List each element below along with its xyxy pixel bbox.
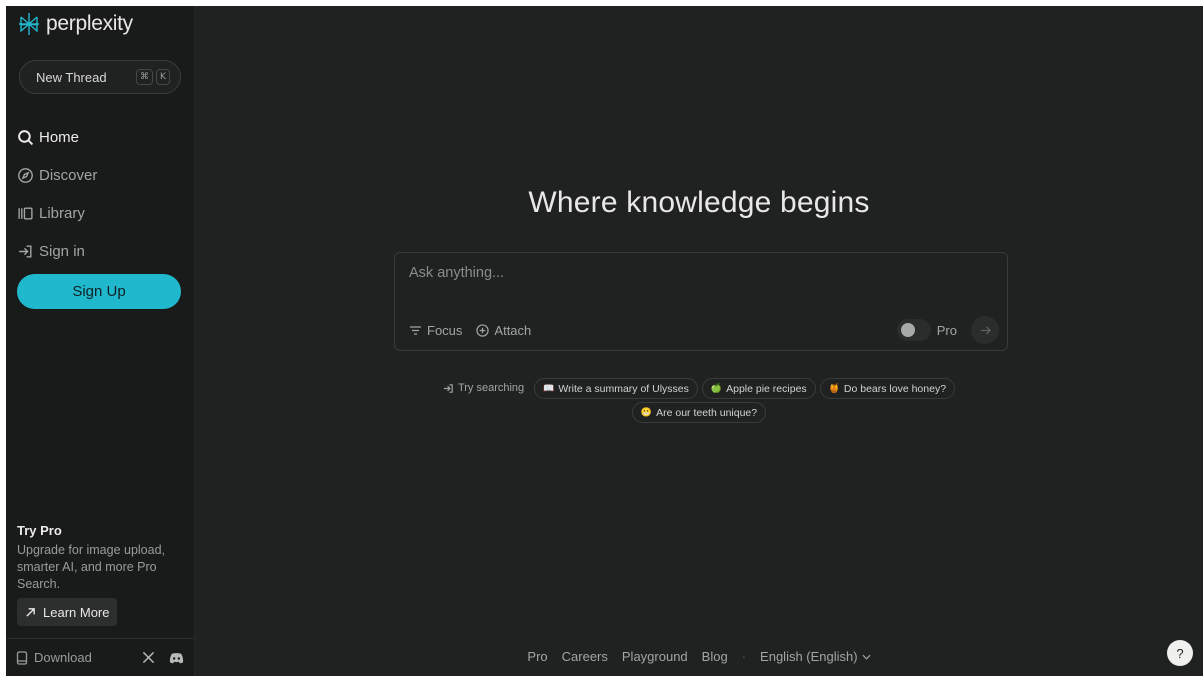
compass-icon	[18, 167, 33, 183]
download-label: Download	[34, 650, 92, 665]
app-window: perplexity New Thread ⌘ K Home Discover …	[6, 6, 1203, 676]
new-thread-button[interactable]: New Thread ⌘ K	[19, 60, 181, 94]
sidebar-item-label: Library	[39, 204, 85, 222]
try-pro-title: Try Pro	[17, 523, 62, 538]
footer-links: Pro Careers Playground Blog · English (E…	[195, 649, 1203, 664]
footer-link-blog[interactable]: Blog	[702, 649, 728, 664]
suggestion-chip[interactable]: 😬 Are our teeth unique?	[631, 402, 767, 423]
arrow-right-icon	[980, 325, 991, 335]
sign-in-arrow-icon	[443, 383, 453, 393]
search-input[interactable]	[409, 265, 969, 281]
x-icon[interactable]	[142, 651, 155, 664]
page-title: Where knowledge begins	[528, 186, 870, 219]
chip-text: Do bears love honey?	[843, 382, 947, 395]
suggestions: Try searching 📖 Write a summary of Ulyss…	[429, 378, 969, 423]
sidebar-footer: Download	[6, 638, 194, 676]
search-icon	[18, 129, 34, 145]
language-label: English (English)	[760, 649, 858, 664]
pro-toggle[interactable]	[896, 319, 931, 341]
library-icon	[18, 206, 33, 220]
footer-link-pro[interactable]: Pro	[527, 649, 547, 664]
sign-in-icon	[19, 244, 32, 258]
command-key: ⌘	[136, 69, 153, 85]
footer-link-careers[interactable]: Careers	[562, 649, 608, 664]
search-actions: Pro	[896, 316, 999, 344]
try-pro-panel: Try Pro Upgrade for image upload, smarte…	[17, 523, 185, 626]
sidebar-item-label: Home	[39, 128, 80, 146]
sidebar-item-discover[interactable]: Discover	[17, 156, 185, 194]
search-box: Focus Attach Pro	[394, 252, 1008, 351]
brand-name: perplexity	[46, 12, 133, 35]
suggestion-chip[interactable]: 🍏 Apple pie recipes	[701, 378, 816, 399]
learn-more-button[interactable]: Learn More	[17, 598, 118, 626]
chip-text: Apple pie recipes	[726, 382, 807, 395]
submit-button[interactable]	[971, 316, 999, 344]
grimace-icon: 😬	[640, 407, 653, 418]
social-links	[142, 651, 184, 664]
chip-text: Are our teeth unique?	[656, 406, 758, 419]
sidebar-item-sign-in[interactable]: Sign in	[17, 232, 185, 270]
new-thread-label: New Thread	[36, 69, 107, 85]
learn-more-label: Learn More	[43, 604, 110, 620]
sign-up-button[interactable]: Sign Up	[17, 274, 181, 309]
filter-icon	[410, 326, 421, 335]
plus-circle-icon	[476, 324, 490, 337]
download-link[interactable]: Download	[16, 650, 92, 665]
device-icon	[16, 650, 28, 665]
suggestion-chip[interactable]: 📖 Write a summary of Ulysses	[534, 378, 698, 399]
footer-link-playground[interactable]: Playground	[622, 649, 688, 664]
footer-separator: ·	[741, 649, 747, 664]
sidebar-item-library[interactable]: Library	[17, 194, 185, 232]
attach-label: Attach	[494, 323, 532, 338]
chevron-down-icon	[862, 654, 871, 660]
discord-icon[interactable]	[169, 652, 184, 664]
perplexity-logo-icon	[19, 13, 39, 35]
toggle-knob	[900, 323, 915, 337]
sidebar-item-label: Sign in	[39, 242, 85, 260]
try-searching-label: Try searching	[443, 378, 524, 398]
shortcut-hint: ⌘ K	[136, 69, 170, 85]
suggestion-chip[interactable]: 🍯 Do bears love honey?	[819, 378, 956, 399]
focus-button[interactable]: Focus	[409, 323, 462, 338]
logo[interactable]: perplexity	[18, 12, 133, 36]
language-selector[interactable]: English (English)	[760, 649, 871, 664]
main-content: Where knowledge begins Focus Attach Pro	[195, 6, 1203, 676]
honey-icon: 🍯	[828, 383, 840, 394]
sidebar-item-home[interactable]: Home	[17, 118, 185, 156]
chip-text: Write a summary of Ulysses	[558, 382, 689, 395]
sidebar-item-label: Discover	[39, 166, 98, 184]
sidebar: perplexity New Thread ⌘ K Home Discover …	[6, 6, 195, 676]
attach-button[interactable]: Attach	[476, 323, 531, 338]
sidebar-nav: Home Discover Library Sign in	[17, 118, 185, 270]
book-icon: 📖	[543, 383, 555, 394]
help-button[interactable]: ?	[1167, 640, 1193, 666]
arrow-up-right-icon	[26, 607, 35, 617]
try-searching-text: Try searching	[457, 382, 525, 394]
apple-icon: 🍏	[710, 383, 723, 394]
try-pro-description: Upgrade for image upload, smarter AI, an…	[17, 543, 166, 591]
focus-label: Focus	[427, 323, 463, 338]
search-tools: Focus Attach	[409, 323, 531, 338]
k-key: K	[156, 69, 170, 85]
pro-label: Pro	[936, 322, 957, 338]
